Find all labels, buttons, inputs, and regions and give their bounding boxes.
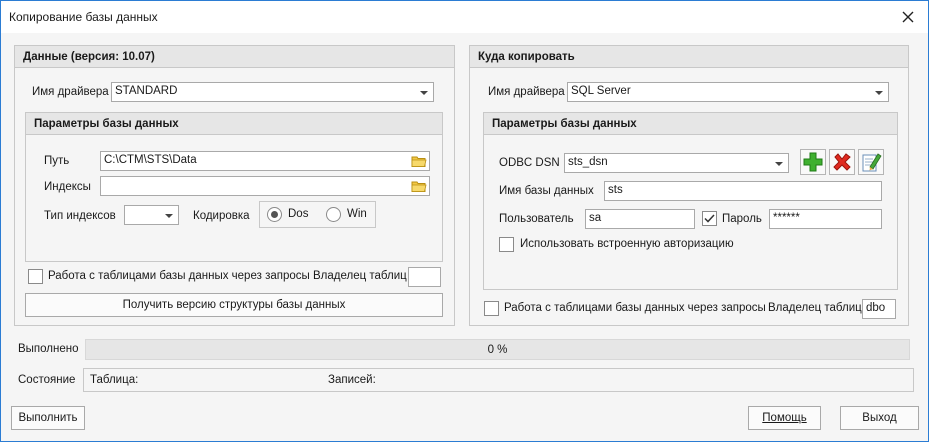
status-records-label: Записей: xyxy=(328,374,376,386)
builtin-auth-label: Использовать встроенную авторизацию xyxy=(520,238,734,250)
target-panel-header: Куда копировать xyxy=(470,46,908,68)
add-icon xyxy=(803,152,823,172)
add-dsn-button[interactable] xyxy=(800,149,826,175)
source-owner-label: Владелец таблиц xyxy=(313,270,407,282)
encoding-radio-group: Dos Win xyxy=(259,201,376,228)
dsn-value: sts_dsn xyxy=(568,156,608,168)
source-driver-select[interactable]: STANDARD xyxy=(111,82,434,102)
chevron-down-icon xyxy=(875,91,883,95)
chevron-down-icon xyxy=(420,91,428,95)
dsn-label: ODBC DSN xyxy=(499,157,560,169)
window-title: Копирование базы данных xyxy=(9,10,158,24)
folder-icon[interactable] xyxy=(411,154,427,168)
source-owner-field[interactable] xyxy=(408,267,441,287)
dbname-value: sts xyxy=(608,184,623,196)
path-value: C:\CTM\STS\Data xyxy=(104,154,197,166)
target-driver-label: Имя драйвера xyxy=(488,86,565,98)
target-driver-select[interactable]: SQL Server xyxy=(567,82,889,102)
encoding-win-label: Win xyxy=(347,208,367,220)
encoding-label: Кодировка xyxy=(193,210,250,222)
target-panel: Куда копировать Имя драйвера SQL Server … xyxy=(469,45,909,326)
encoding-radio-win[interactable] xyxy=(326,207,341,222)
target-owner-field[interactable]: dbo xyxy=(862,299,896,319)
chevron-down-icon xyxy=(165,214,173,218)
user-label: Пользователь xyxy=(499,213,574,225)
folder-icon[interactable] xyxy=(411,179,427,193)
target-params-header: Параметры базы данных xyxy=(484,113,897,135)
source-query-mode-label: Работа с таблицами базы данных через зап… xyxy=(48,270,310,282)
close-icon xyxy=(902,11,914,23)
source-driver-label: Имя драйвера xyxy=(32,86,109,98)
checkmark-icon xyxy=(704,214,715,223)
dsn-select[interactable]: sts_dsn xyxy=(564,153,789,173)
dbname-label: Имя базы данных xyxy=(499,185,594,197)
encoding-radio-dos[interactable] xyxy=(267,207,282,222)
progress-bar: 0 % xyxy=(85,339,910,360)
password-checkbox[interactable] xyxy=(702,211,717,226)
index-type-label: Тип индексов xyxy=(44,210,116,222)
delete-dsn-button[interactable] xyxy=(829,149,855,175)
target-params-panel: Параметры базы данных ODBC DSN sts_dsn И… xyxy=(483,112,898,290)
source-query-mode-checkbox[interactable] xyxy=(28,269,43,284)
progress-label: Выполнено xyxy=(18,343,79,355)
edit-dsn-button[interactable] xyxy=(858,149,884,175)
path-field[interactable]: C:\CTM\STS\Data xyxy=(100,151,430,171)
index-type-select[interactable] xyxy=(124,205,179,225)
encoding-dos-label: Dos xyxy=(288,208,309,220)
indexes-field[interactable] xyxy=(100,176,430,196)
source-params-header: Параметры базы данных xyxy=(26,113,442,135)
target-query-mode-label: Работа с таблицами базы данных через зап… xyxy=(504,302,766,314)
password-value: ****** xyxy=(773,212,800,224)
dbname-field[interactable]: sts xyxy=(604,181,882,201)
builtin-auth-checkbox[interactable] xyxy=(499,237,514,252)
get-structure-button[interactable]: Получить версию структуры базы данных xyxy=(25,293,443,317)
user-value: sa xyxy=(589,212,602,224)
run-button[interactable]: Выполнить xyxy=(11,406,85,430)
close-button[interactable] xyxy=(896,5,920,29)
target-owner-label: Владелец таблиц xyxy=(768,302,862,314)
help-button[interactable]: Помощь xyxy=(748,406,821,430)
path-label: Путь xyxy=(44,155,70,167)
delete-icon xyxy=(833,153,851,171)
title-bar: Копирование базы данных xyxy=(1,1,928,33)
status-label: Состояние xyxy=(18,374,76,386)
source-panel: Данные (версия: 10.07) Имя драйвера STAN… xyxy=(14,45,455,326)
source-panel-header: Данные (версия: 10.07) xyxy=(15,46,454,68)
user-field[interactable]: sa xyxy=(585,209,695,229)
chevron-down-icon xyxy=(775,162,783,166)
target-driver-value: SQL Server xyxy=(571,85,631,97)
source-driver-value: STANDARD xyxy=(115,85,178,97)
status-box: Таблица: Записей: xyxy=(83,368,914,392)
edit-icon xyxy=(862,153,882,172)
password-label: Пароль xyxy=(722,213,762,225)
target-query-mode-checkbox[interactable] xyxy=(484,301,499,316)
indexes-label: Индексы xyxy=(44,181,91,193)
target-owner-value: dbo xyxy=(866,302,886,314)
dialog-window: Копирование базы данных Данные (версия: … xyxy=(0,0,929,442)
source-params-panel: Параметры базы данных Путь C:\CTM\STS\Da… xyxy=(25,112,443,262)
status-table-label: Таблица: xyxy=(90,374,139,386)
exit-button[interactable]: Выход xyxy=(840,406,919,430)
progress-text: 0 % xyxy=(487,344,508,356)
password-field[interactable]: ****** xyxy=(769,209,882,229)
